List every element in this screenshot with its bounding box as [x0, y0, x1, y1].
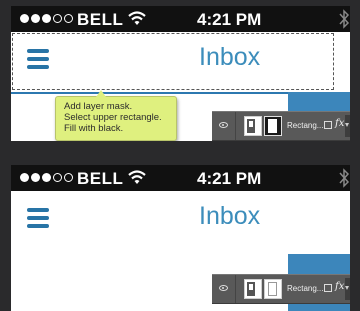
bottom-screen-panel: BELL 4:21 PM Inbox Rectang... fx: [11, 165, 350, 311]
tooltip-line: Select upper rectangle.: [64, 112, 162, 123]
layer-mask-thumbnail[interactable]: [264, 279, 282, 299]
marquee-selection: [12, 33, 334, 90]
tooltip-line: Add layer mask.: [64, 101, 133, 112]
layer-row[interactable]: Rectang... fx: [212, 111, 350, 141]
divider: [235, 275, 236, 303]
layer-mask-thumbnail[interactable]: [264, 116, 282, 136]
clock: 4:21 PM: [197, 169, 262, 188]
scroll-arrow-icon[interactable]: [345, 115, 350, 137]
tooltip-line: Fill with black.: [64, 123, 124, 134]
visibility-eye-icon[interactable]: [219, 285, 228, 291]
layer-link-icon: [324, 284, 332, 292]
layer-thumbnail[interactable]: [244, 279, 262, 299]
hamburger-menu-icon[interactable]: [27, 208, 49, 232]
status-bar: BELL 4:21 PM: [11, 165, 350, 191]
layer-row[interactable]: Rectang... fx: [212, 274, 350, 304]
top-screen-panel: BELL 4:21 PM Inbox Add layer mask. Selec…: [11, 6, 350, 141]
page-title: Inbox: [199, 202, 261, 230]
layer-name: Rectang...: [287, 121, 324, 130]
wifi-icon: [128, 170, 146, 184]
carrier-label: BELL: [77, 169, 124, 188]
status-bar: BELL 4:21 PM: [11, 6, 350, 32]
signal-strength-icon: [20, 14, 73, 23]
fx-icon[interactable]: fx: [335, 118, 344, 129]
clock: 4:21 PM: [197, 10, 262, 29]
layer-thumbnail[interactable]: [244, 116, 262, 136]
fx-icon[interactable]: fx: [335, 281, 344, 292]
instruction-tooltip: Add layer mask. Select upper rectangle. …: [55, 90, 177, 141]
bluetooth-icon: [339, 168, 350, 188]
divider: [235, 112, 236, 140]
layer-link-icon: [324, 121, 332, 129]
wifi-icon: [128, 11, 146, 25]
tooltip-arrow: [96, 90, 106, 97]
layer-name: Rectang...: [287, 284, 324, 293]
bluetooth-icon: [339, 9, 350, 29]
signal-strength-icon: [20, 173, 73, 182]
visibility-eye-icon[interactable]: [219, 122, 228, 128]
nav-bar: Inbox: [11, 191, 350, 251]
scroll-arrow-icon[interactable]: [345, 278, 350, 300]
carrier-label: BELL: [77, 10, 124, 29]
nav-divider: [11, 92, 288, 94]
